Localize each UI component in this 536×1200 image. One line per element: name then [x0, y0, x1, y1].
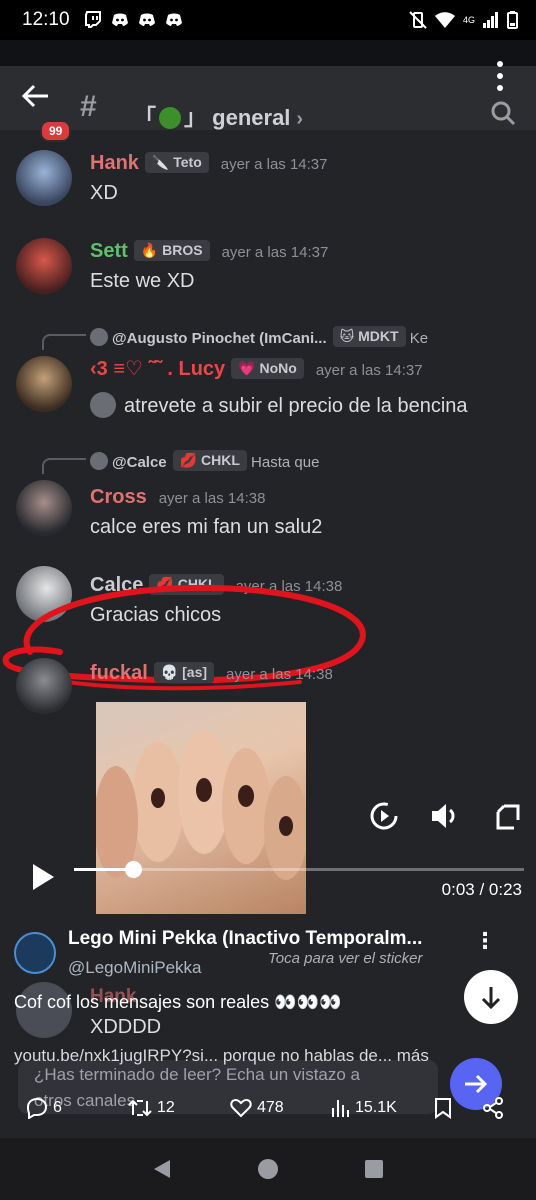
arrow-down-icon: [481, 987, 501, 1009]
role-tag: 💀 [as]: [153, 662, 215, 683]
video-time: 0:03 / 0:23: [441, 880, 522, 899]
role-tag: 🐱 MDKT: [332, 326, 406, 347]
role-tag: 🔪 Teto: [144, 152, 209, 173]
reply-preview[interactable]: @Calce 💋 CHKL Hasta que: [90, 450, 319, 471]
author-name[interactable]: ‹3 ≡♡ ˜˜ . Lucy 💗 NoNo ayer a las 14:37: [90, 356, 423, 381]
discord-icon: [111, 13, 128, 26]
video-progress-bar[interactable]: [74, 861, 524, 878]
bookmark-button[interactable]: [434, 1097, 482, 1119]
reply-connector: [42, 458, 86, 474]
channel-title[interactable]: 「 」 general ›: [134, 100, 303, 132]
search-icon[interactable]: [490, 100, 516, 126]
reply-connector: [42, 334, 86, 350]
hash-icon: #: [80, 90, 97, 123]
reply-preview[interactable]: @Augusto Pinochet (ImCani... 🐱 MDKT Ke: [90, 326, 428, 347]
reply-icon: [26, 1097, 48, 1119]
progress-fill: [74, 868, 133, 871]
avatar[interactable]: [16, 150, 72, 206]
discord-icon: [165, 13, 182, 26]
tweet-more-icon[interactable]: ⋮: [474, 928, 496, 954]
play-icon[interactable]: [30, 862, 56, 892]
heart-icon: [230, 1098, 252, 1118]
discord-icon: [138, 13, 155, 26]
android-nav-bar: [0, 1138, 536, 1200]
kebab-icon[interactable]: [496, 60, 504, 92]
replay-icon[interactable]: [368, 800, 400, 832]
message-text: atrevete a subir el precio de la bencina: [90, 392, 468, 418]
tweet-author-name[interactable]: Lego Mini Pekka (Inactivo Temporalm...: [68, 928, 422, 950]
message-text: XD: [90, 182, 118, 204]
vibrate-off-icon: [409, 11, 427, 29]
tweet-handle[interactable]: @LegoMiniPekka: [68, 958, 202, 978]
author-name[interactable]: fuckal 💀 [as] ayer a las 14:38: [90, 662, 333, 685]
network-type: 4G: [462, 15, 475, 25]
timestamp: ayer a las 14:37: [220, 156, 328, 173]
volume-icon[interactable]: [430, 802, 460, 830]
avatar[interactable]: [16, 238, 72, 294]
status-time: 12:10: [22, 9, 70, 30]
reply-button[interactable]: 6: [26, 1097, 128, 1119]
nav-recents-icon[interactable]: [364, 1159, 384, 1179]
channel-suffix: 」: [184, 105, 207, 130]
channel-prefix: 「: [134, 105, 157, 130]
status-bar: 12:10 4G: [0, 0, 536, 40]
views-button[interactable]: 15.1K: [330, 1098, 434, 1118]
author-name[interactable]: Cross ayer a las 14:38: [90, 486, 265, 509]
reply-avatar: [90, 452, 108, 470]
wifi-icon: [434, 12, 455, 28]
signal-icon: [483, 12, 498, 28]
timestamp: ayer a las 14:37: [221, 244, 329, 261]
attached-video-frame[interactable]: [96, 702, 306, 914]
tweet-author-avatar[interactable]: [14, 932, 56, 974]
retweet-icon: [128, 1099, 152, 1117]
retweet-button[interactable]: 12: [128, 1097, 230, 1119]
video-top-strip: [0, 40, 536, 66]
nav-back-icon[interactable]: [152, 1158, 172, 1180]
bookmark-icon: [435, 1098, 451, 1119]
role-tag: 💋 CHKL: [172, 450, 247, 471]
chevron-right-icon: ›: [296, 108, 304, 130]
channel-name: general: [212, 105, 291, 130]
author-name[interactable]: Sett 🔥 BROS ayer a las 14:37: [90, 240, 328, 263]
role-tag: 🔥 BROS: [133, 240, 210, 261]
author-name[interactable]: Hank 🔪 Teto ayer a las 14:37: [90, 152, 328, 175]
message-text: calce eres mi fan un salu2: [90, 516, 323, 538]
nav-home-icon[interactable]: [257, 1158, 279, 1180]
message-text: Este we XD: [90, 270, 195, 292]
like-button[interactable]: 478: [230, 1098, 330, 1118]
share-icon: [483, 1097, 503, 1119]
timestamp: ayer a las 14:38: [226, 666, 333, 683]
avatar[interactable]: [16, 658, 72, 714]
role-tag: 💗 NoNo: [231, 358, 304, 379]
unread-badge: 99: [40, 120, 72, 142]
timestamp: ayer a las 14:37: [315, 362, 423, 379]
reply-avatar: [90, 328, 108, 346]
inline-sticker: [90, 392, 116, 418]
battery-icon: [507, 11, 518, 29]
tweet-link[interactable]: youtu.be/nxk1jugIRPY?si... porque no hab…: [14, 1046, 429, 1066]
message-text: XDDDD: [90, 1016, 162, 1038]
views-icon: [332, 1100, 349, 1117]
back-arrow-icon[interactable]: [22, 84, 50, 108]
tree-emoji-icon: [159, 107, 182, 129]
avatar[interactable]: [16, 480, 72, 536]
scroll-down-button[interactable]: [464, 970, 518, 1024]
share-button[interactable]: [482, 1097, 504, 1119]
discord-header: 99 # 「 」 general ›: [0, 66, 536, 142]
tweet-text: Cof cof los mensajes son reales 👀👀👀: [14, 992, 342, 1012]
feet-faces-image: [96, 730, 306, 880]
tweet-actions: 6 12 478 15.1K: [0, 1090, 536, 1126]
sticker-hint: Toca para ver el sticker: [268, 950, 423, 967]
timestamp: ayer a las 14:38: [158, 490, 266, 507]
progress-knob[interactable]: [124, 861, 142, 878]
rotate-icon[interactable]: [494, 802, 522, 832]
twitch-icon: [84, 11, 101, 28]
avatar[interactable]: [16, 356, 72, 412]
